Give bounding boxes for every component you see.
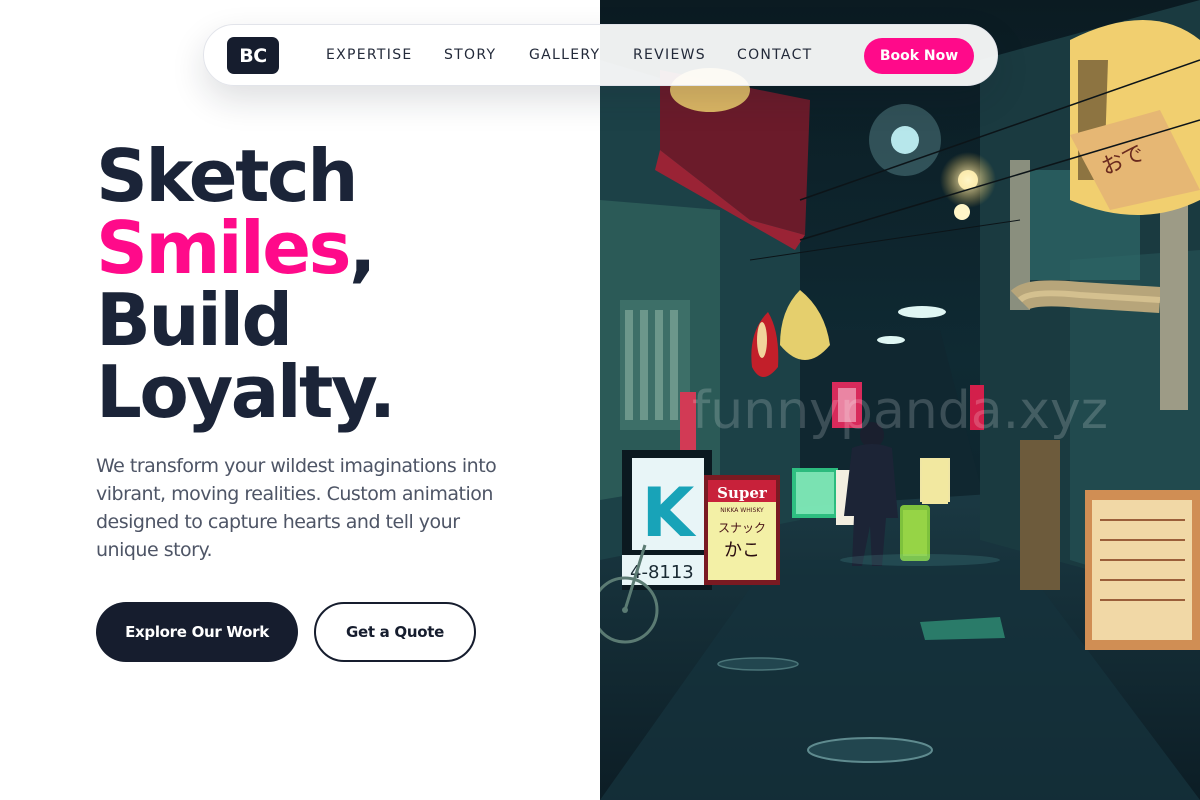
- sign-super-sub: NIKKA WHISKY: [720, 507, 764, 514]
- hero-title-line-1: Sketch: [96, 134, 359, 218]
- nav-link-reviews[interactable]: REVIEWS: [633, 47, 706, 63]
- get-quote-button[interactable]: Get a Quote: [314, 602, 476, 662]
- nav-link-story[interactable]: STORY: [444, 47, 496, 63]
- nav-link-contact[interactable]: CONTACT: [737, 47, 813, 63]
- explore-work-button[interactable]: Explore Our Work: [96, 602, 298, 662]
- sign-katakana: スナック: [718, 521, 766, 535]
- hero-title-line-4: Loyalty.: [96, 350, 396, 434]
- sign-kanji: かこ: [724, 540, 760, 561]
- hero-title: Sketch Smiles, Build Loyalty.: [96, 140, 576, 428]
- sign-super: Super: [717, 484, 768, 502]
- hero-photo: おで K 4-8113 Super NIKKA WHISKY スナック かこ f…: [600, 0, 1200, 800]
- hero-title-line-3: Build: [96, 278, 293, 362]
- nav-link-expertise[interactable]: EXPERTISE: [326, 47, 413, 63]
- book-now-button[interactable]: Book Now: [864, 38, 974, 74]
- hero-title-comma: ,: [348, 206, 376, 290]
- photo-watermark: funnypanda.xyz: [692, 381, 1108, 441]
- top-nav: BC EXPERTISE STORY GALLERY REVIEWS CONTA…: [203, 24, 998, 86]
- sign-letter: K: [642, 474, 697, 553]
- nav-link-gallery[interactable]: GALLERY: [529, 47, 600, 63]
- hero-title-line-2: Smiles,: [96, 212, 576, 284]
- hero-description: We transform your wildest imaginations i…: [96, 455, 497, 561]
